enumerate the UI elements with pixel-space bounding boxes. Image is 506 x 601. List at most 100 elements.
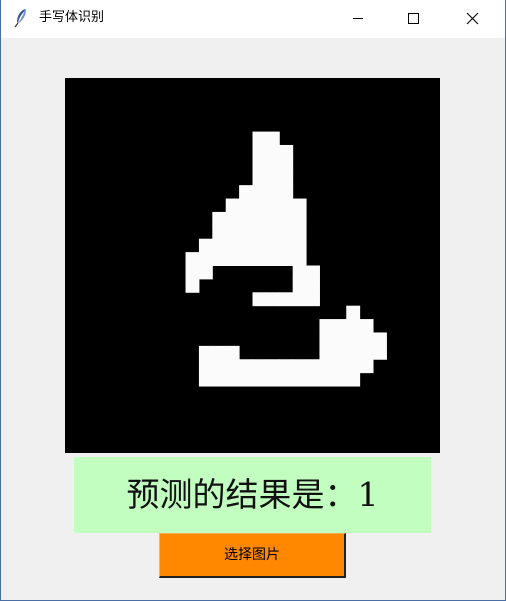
- digit-pixel: [332, 332, 347, 347]
- digit-pixel: [225, 359, 240, 374]
- prediction-result-label: 预测的结果是：1: [126, 475, 379, 514]
- digit-pixel: [265, 359, 280, 374]
- digit-pixel: [198, 252, 213, 266]
- digit-pixel: [185, 252, 200, 266]
- digit-pixel: [239, 198, 253, 213]
- digit-pixel: [359, 332, 374, 347]
- digit-pixels: [185, 131, 387, 387]
- digit-pixel: [252, 158, 267, 173]
- digit-pixel: [292, 225, 307, 240]
- digit-pixel: [332, 372, 347, 387]
- digit-pixel: [252, 198, 267, 213]
- digit-pixel: [212, 211, 227, 226]
- title-bar[interactable]: 手写体识别: [1, 0, 505, 38]
- minimize-button[interactable]: [335, 0, 381, 38]
- digit-pixel: [265, 292, 280, 307]
- digit-pixel: [346, 372, 361, 387]
- digit-pixel: [346, 359, 361, 374]
- minimize-icon: [353, 18, 363, 19]
- digit-pixel: [239, 252, 253, 266]
- digit-pixel: [252, 185, 267, 200]
- digit-pixel: [319, 359, 334, 374]
- digit-pixel: [265, 372, 280, 387]
- digit-pixel: [292, 198, 307, 213]
- digit-pixel: [306, 359, 320, 374]
- digit-pixel: [346, 332, 361, 347]
- digit-pixel: [265, 185, 280, 200]
- digit-pixel: [359, 359, 374, 374]
- digit-pixel: [279, 198, 294, 213]
- digit-pixel: [252, 238, 267, 253]
- digit-pixel: [198, 265, 213, 280]
- digit-pixel: [265, 144, 280, 159]
- digit-pixel: [252, 359, 267, 374]
- digit-pixel: [265, 158, 280, 173]
- digit-pixel: [319, 372, 334, 387]
- maximize-icon: [408, 13, 419, 24]
- digit-pixel: [373, 332, 387, 347]
- digit-pixel: [225, 198, 240, 213]
- digit-pixel: [265, 171, 280, 186]
- digit-pixel: [212, 238, 227, 253]
- digit-pixel: [239, 238, 253, 253]
- digit-pixel: [332, 359, 347, 374]
- digit-pixel: [239, 359, 253, 374]
- window-title: 手写体识别: [39, 10, 105, 25]
- digit-pixel: [319, 332, 334, 347]
- digit-pixel: [225, 345, 240, 360]
- digit-pixel: [252, 292, 267, 307]
- digit-pixel: [225, 211, 240, 226]
- digit-pixel: [319, 345, 334, 360]
- digit-pixel: [279, 185, 294, 200]
- digit-pixel: [252, 372, 267, 387]
- digit-pixel: [279, 211, 294, 226]
- digit-pixel: [252, 171, 267, 186]
- digit-pixel: [279, 292, 294, 307]
- digit-pixel: [292, 372, 307, 387]
- digit-pixel: [279, 158, 294, 173]
- digit-pixel: [212, 345, 227, 360]
- digit-pixel: [292, 238, 307, 253]
- digit-pixel: [265, 252, 280, 266]
- digit-pixel: [279, 171, 294, 186]
- digit-pixel: [292, 359, 307, 374]
- digit-pixel: [279, 238, 294, 253]
- digit-pixel: [346, 305, 361, 320]
- maximize-button[interactable]: [390, 0, 436, 38]
- digit-pixel: [265, 211, 280, 226]
- close-icon: [466, 12, 479, 25]
- close-button[interactable]: [450, 0, 496, 38]
- digit-pixel: [279, 225, 294, 240]
- digit-pixel: [198, 238, 213, 253]
- digit-pixel: [198, 372, 213, 387]
- app-window: 手写体识别 预测的结果是：1 选择图片: [0, 0, 506, 601]
- feather-icon: [13, 8, 29, 28]
- digit-pixel: [212, 359, 227, 374]
- digit-pixel: [239, 225, 253, 240]
- client-area: 预测的结果是：1 选择图片: [1, 38, 505, 600]
- digit-pixel: [279, 144, 294, 159]
- digit-pixel: [359, 319, 374, 333]
- digit-pixel: [332, 319, 347, 333]
- digit-pixel: [252, 211, 267, 226]
- digit-pixel: [252, 225, 267, 240]
- digit-pixel: [306, 292, 320, 307]
- digit-pixel: [265, 238, 280, 253]
- handwritten-digit-image: [65, 78, 440, 453]
- digit-pixel: [292, 292, 307, 307]
- digit-pixel: [212, 372, 227, 387]
- digit-pixel: [185, 265, 200, 280]
- select-image-button[interactable]: 选择图片: [159, 533, 346, 578]
- digit-pixel: [306, 265, 320, 280]
- digit-pixel: [225, 225, 240, 240]
- digit-pixel: [292, 252, 307, 266]
- digit-pixel: [239, 185, 253, 200]
- digit-pixel: [225, 238, 240, 253]
- digit-pixel: [265, 131, 280, 146]
- digit-pixel: [292, 278, 307, 293]
- digit-pixel: [265, 198, 280, 213]
- digit-pixel: [265, 225, 280, 240]
- digit-pixel: [185, 278, 200, 293]
- digit-pixel: [279, 359, 294, 374]
- digit-pixel: [359, 345, 374, 360]
